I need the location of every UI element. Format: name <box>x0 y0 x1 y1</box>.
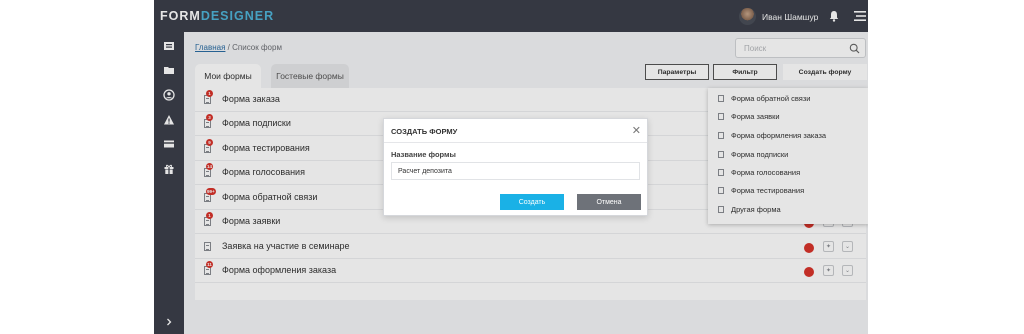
form-name-label: Название формы <box>391 150 456 159</box>
form-name-input[interactable]: Расчет депозита <box>391 162 640 180</box>
app-window: FORMDESIGNER Иван Шамшур Главная / Списо… <box>154 0 868 334</box>
cancel-button[interactable]: Отмена <box>577 194 641 210</box>
create-form-dialog: СОЗДАТЬ ФОРМУ ✕ Название формы Расчет де… <box>383 118 648 216</box>
form-name-value: Расчет депозита <box>398 168 452 175</box>
dialog-title: СОЗДАТЬ ФОРМУ <box>391 127 458 136</box>
create-button[interactable]: Создать <box>500 194 564 210</box>
dialog-header: СОЗДАТЬ ФОРМУ ✕ <box>384 119 647 143</box>
close-icon[interactable]: ✕ <box>632 124 641 137</box>
